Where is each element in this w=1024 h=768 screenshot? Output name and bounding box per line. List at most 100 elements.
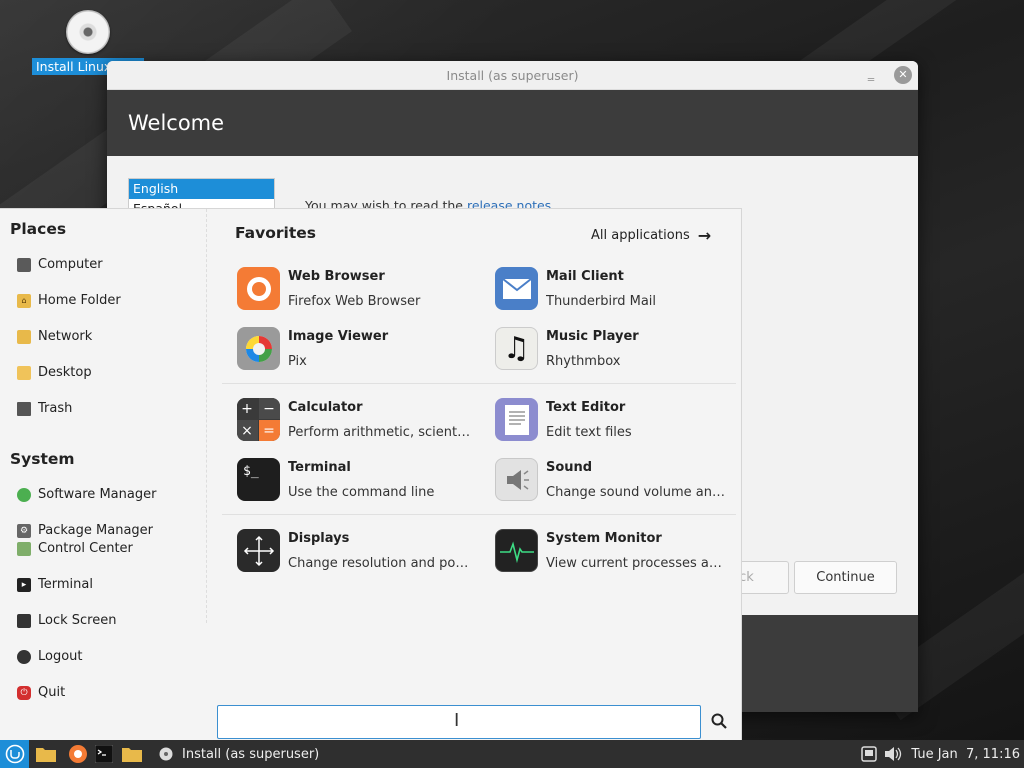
app-name: Image Viewer bbox=[288, 329, 389, 344]
app-description: Rhythmbox bbox=[546, 354, 621, 369]
sidebar-item-trash[interactable]: Trash bbox=[0, 391, 206, 427]
linux-mint-logo-icon bbox=[5, 744, 24, 764]
folder-icon bbox=[36, 748, 56, 762]
app-name: Mail Client bbox=[546, 269, 624, 284]
mail-icon bbox=[495, 267, 538, 310]
svg-text:+: + bbox=[241, 401, 253, 417]
app-name: Music Player bbox=[546, 329, 639, 344]
installer-titlebar[interactable]: Install (as superuser) ‗ ✕ bbox=[107, 61, 918, 90]
taskbar: Install (as superuser) Tue Jan 7, 11:16 bbox=[0, 740, 1024, 768]
taskbar-window-installer[interactable]: Install (as superuser) bbox=[159, 740, 319, 768]
close-icon[interactable]: ✕ bbox=[894, 66, 912, 84]
volume-icon[interactable] bbox=[883, 746, 903, 762]
sidebar-item-control-center[interactable]: Control Center bbox=[0, 531, 207, 567]
app-image-viewer[interactable]: Image Viewer Pix bbox=[237, 327, 487, 385]
terminal-icon: ▸ bbox=[17, 578, 31, 592]
desktop-icon bbox=[17, 366, 31, 380]
favorites-separator bbox=[222, 383, 736, 384]
app-description: Perform arithmetic, scientific or financ… bbox=[288, 425, 472, 440]
app-system-monitor[interactable]: System Monitor View current processes an… bbox=[495, 529, 745, 587]
language-item[interactable]: English bbox=[129, 179, 274, 199]
sidebar-item-label: Logout bbox=[38, 649, 83, 664]
sidebar-item-software-manager[interactable]: Software Manager bbox=[0, 477, 206, 513]
firefox-icon bbox=[69, 745, 87, 763]
sidebar-item-logout[interactable]: Logout bbox=[0, 639, 207, 675]
app-displays[interactable]: Displays Change resolution and position … bbox=[237, 529, 487, 587]
continue-button[interactable]: Continue bbox=[794, 561, 897, 594]
clock[interactable]: Tue Jan 7, 11:16 bbox=[911, 747, 1020, 762]
firefox-launcher[interactable] bbox=[65, 740, 91, 768]
sound-icon bbox=[495, 458, 538, 501]
firefox-icon bbox=[237, 267, 280, 310]
arrow-right-icon: → bbox=[697, 226, 712, 245]
computer-icon bbox=[17, 258, 31, 272]
sidebar-item-label: Control Center bbox=[38, 541, 133, 556]
folder-launcher[interactable] bbox=[119, 740, 145, 768]
search-input[interactable]: I bbox=[217, 705, 701, 739]
search-icon[interactable] bbox=[710, 712, 728, 730]
sidebar-item-computer[interactable]: Computer bbox=[0, 247, 206, 283]
app-description: Edit text files bbox=[546, 425, 632, 440]
sidebar-item-desktop[interactable]: Desktop bbox=[0, 355, 206, 391]
disc-icon bbox=[66, 10, 110, 54]
terminal-launcher[interactable] bbox=[91, 740, 117, 768]
software-manager-icon bbox=[17, 488, 31, 502]
menu-button[interactable] bbox=[0, 740, 29, 768]
sidebar-item-home-folder[interactable]: ⌂ Home Folder bbox=[0, 283, 206, 319]
files-launcher[interactable] bbox=[33, 740, 59, 768]
svg-text:×: × bbox=[241, 423, 253, 439]
app-name: Text Editor bbox=[546, 400, 626, 415]
app-text-editor[interactable]: Text Editor Edit text files bbox=[495, 398, 745, 456]
minimize-icon[interactable]: ‗ bbox=[864, 67, 878, 81]
sidebar-item-label: Terminal bbox=[38, 577, 93, 592]
sidebar-item-label: Trash bbox=[38, 401, 73, 416]
app-terminal[interactable]: $_ Terminal Use the command line bbox=[237, 458, 487, 516]
calculator-icon: + − × = bbox=[237, 398, 280, 441]
menu-sidebar-lower: Control Center ▸ Terminal Lock Screen Lo… bbox=[0, 541, 207, 741]
system-monitor-icon bbox=[495, 529, 538, 572]
favorites-title: Favorites bbox=[235, 224, 316, 242]
app-name: Displays bbox=[288, 531, 350, 546]
all-applications-button[interactable]: All applications → bbox=[591, 226, 711, 245]
app-web-browser[interactable]: Web Browser Firefox Web Browser bbox=[237, 267, 487, 325]
control-center-icon bbox=[17, 542, 31, 556]
installer-header: Welcome bbox=[107, 90, 918, 156]
sidebar-item-terminal[interactable]: ▸ Terminal bbox=[0, 567, 207, 603]
sidebar-item-label: Quit bbox=[38, 685, 66, 700]
sidebar-item-lock-screen[interactable]: Lock Screen bbox=[0, 603, 207, 639]
app-name: System Monitor bbox=[546, 531, 662, 546]
app-description: Change sound volume and sound events bbox=[546, 485, 730, 500]
installer-title: Install (as superuser) bbox=[446, 68, 579, 83]
svg-text:=: = bbox=[263, 423, 275, 439]
network-icon bbox=[17, 330, 31, 344]
places-title: Places bbox=[10, 220, 67, 238]
network-icon[interactable] bbox=[861, 746, 878, 762]
text-editor-icon bbox=[495, 398, 538, 441]
terminal-icon bbox=[95, 745, 113, 763]
app-music-player[interactable]: ♫ Music Player Rhythmbox bbox=[495, 327, 745, 385]
sidebar-item-label: Network bbox=[38, 329, 93, 344]
app-description: Pix bbox=[288, 354, 307, 369]
system-title: System bbox=[10, 450, 75, 468]
sidebar-item-network[interactable]: Network bbox=[0, 319, 206, 355]
home-folder-icon: ⌂ bbox=[17, 294, 31, 308]
page-title: Welcome bbox=[128, 111, 225, 135]
app-sound[interactable]: Sound Change sound volume and sound even… bbox=[495, 458, 745, 516]
app-calculator[interactable]: + − × = Calculator Perform arithmetic, scie… bbox=[237, 398, 487, 456]
taskbar-window-label: Install (as superuser) bbox=[182, 746, 320, 762]
app-description: Change resolution and position of monito… bbox=[288, 556, 472, 571]
logout-icon bbox=[17, 650, 31, 664]
app-description: Use the command line bbox=[288, 485, 435, 500]
app-description: Thunderbird Mail bbox=[546, 294, 657, 309]
app-name: Sound bbox=[546, 460, 593, 475]
displays-icon bbox=[237, 529, 280, 572]
system-tray: Tue Jan 7, 11:16 bbox=[861, 740, 1020, 768]
sidebar-item-label: Home Folder bbox=[38, 293, 121, 308]
trash-icon bbox=[17, 402, 31, 416]
sidebar-item-label: Desktop bbox=[38, 365, 92, 380]
app-description: View current processes and monitor syste… bbox=[546, 556, 730, 571]
power-icon: ⏻ bbox=[17, 686, 31, 700]
image-viewer-icon bbox=[237, 327, 280, 370]
sidebar-item-quit[interactable]: ⏻ Quit bbox=[0, 675, 207, 711]
app-mail-client[interactable]: Mail Client Thunderbird Mail bbox=[495, 267, 745, 325]
